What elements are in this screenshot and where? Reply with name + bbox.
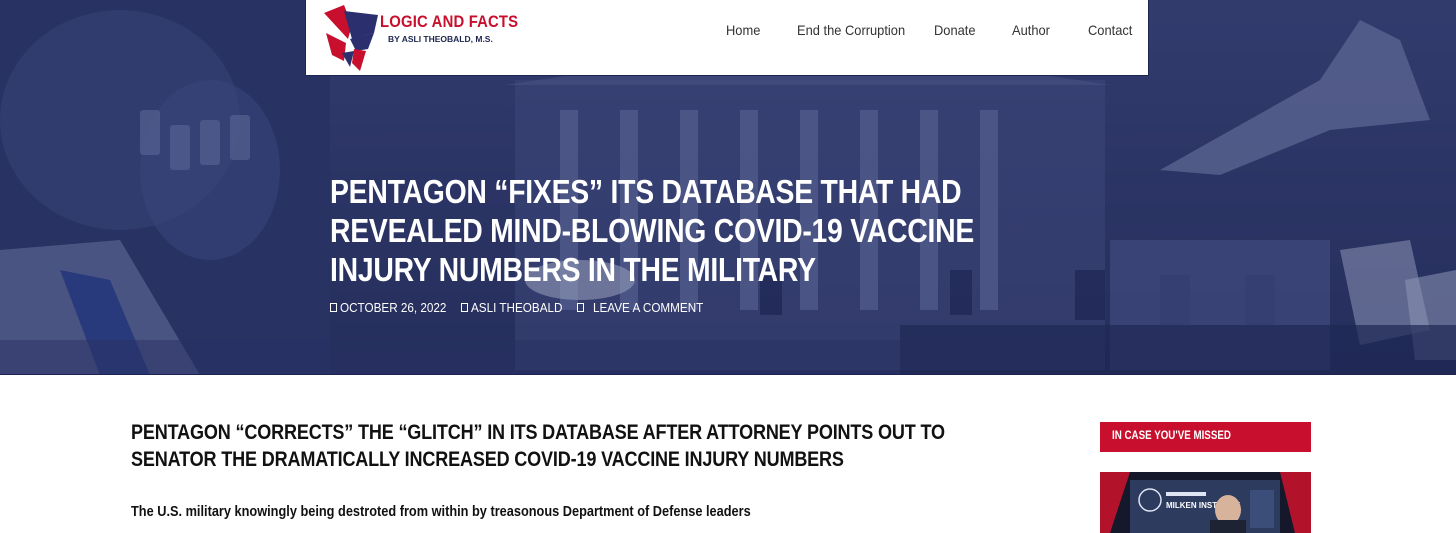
post-date: OCTOBER 26, 2022 <box>330 300 458 315</box>
user-icon <box>461 303 468 312</box>
leave-comment-link[interactable]: LEAVE A COMMENT <box>577 300 716 315</box>
post-author[interactable]: ASLI THEOBALD <box>461 300 573 315</box>
site-header: LOGIC AND FACTS BY ASLI THEOBALD, M.S. H… <box>305 0 1149 76</box>
nav-item-donate[interactable]: Donate <box>934 22 976 38</box>
sidebar-post-thumbnail[interactable]: MILKEN INSTITUTE <box>1100 472 1311 533</box>
article-subtitle: PENTAGON “CORRECTS” THE “GLITCH” IN ITS … <box>131 421 945 471</box>
nav-item-contact[interactable]: Contact <box>1088 22 1132 38</box>
nav-item-author[interactable]: Author <box>1012 22 1050 38</box>
comment-icon <box>577 303 584 312</box>
sidebar-heading: IN CASE YOU'VE MISSED <box>1100 422 1311 452</box>
article-lead: The U.S. military knowingly being destro… <box>131 504 751 520</box>
hero-divider <box>0 374 1456 375</box>
post-title: PENTAGON “FIXES” ITS DATABASE THAT HAD R… <box>330 173 975 288</box>
nav-item-home[interactable]: Home <box>726 22 760 38</box>
thumbnail-image: MILKEN INSTITUTE <box>1100 472 1311 533</box>
nav-item-end-the-corruption[interactable]: End the Corruption <box>797 22 905 38</box>
calendar-icon <box>330 303 337 312</box>
main-nav: Home End the Corruption Donate Author Co… <box>306 22 1150 42</box>
